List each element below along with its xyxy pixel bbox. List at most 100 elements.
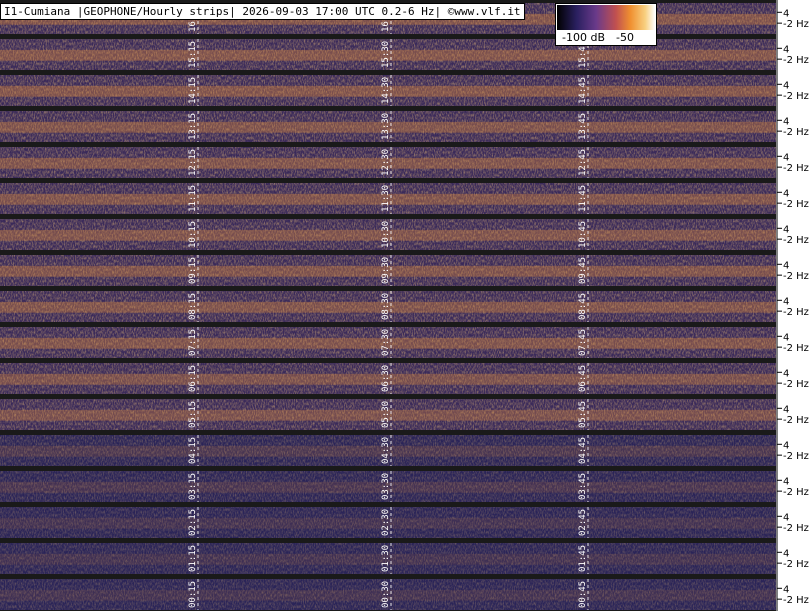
time-marker-label: 10:30	[381, 221, 391, 248]
axis-tick-label: 4	[783, 8, 789, 19]
strip-6: 10:15 10:30 10:45	[0, 216, 776, 252]
strip-4: 12:15 12:30 12:45	[0, 144, 776, 180]
time-marker-label: 07:30	[381, 329, 391, 356]
axis-tick-label: 4	[783, 404, 789, 415]
axis-tick-label: -2 Hz	[783, 415, 809, 426]
axis-tick-label: -2 Hz	[783, 343, 809, 354]
axis-tick-label: -2 Hz	[783, 199, 809, 210]
time-marker-label: 01:30	[381, 545, 391, 572]
time-marker-label: 13:15	[188, 113, 198, 140]
axis-tick-label: -2 Hz	[783, 379, 809, 390]
time-marker-label: 09:15	[188, 257, 198, 284]
axis-tick-label: -2 Hz	[783, 55, 809, 66]
time-marker-label: 02:30	[381, 509, 391, 536]
time-marker-label: 11:30	[381, 185, 391, 212]
axis-tick-label: 4	[783, 260, 789, 271]
time-marker-label: 00:15	[188, 581, 198, 608]
colorscale-bar	[557, 5, 655, 30]
axis-tick-label: -2 Hz	[783, 307, 809, 318]
time-marker-label: 00:30	[381, 581, 391, 608]
strip-7: 09:15 09:30 09:45	[0, 252, 776, 288]
time-marker-label: 03:15	[188, 473, 198, 500]
time-marker-label: 03:45	[578, 473, 588, 500]
axis-tick-label: -2 Hz	[783, 595, 809, 606]
time-marker-label: 14:30	[381, 77, 391, 104]
colorscale-legend: -100 dB -50	[555, 3, 657, 46]
strip-13: 03:15 03:30 03:45	[0, 468, 776, 504]
time-marker-label: 15:30	[381, 41, 391, 68]
time-marker-label: 02:15	[188, 509, 198, 536]
time-marker-label: 06:15	[188, 365, 198, 392]
chart-title: I1-Cumiana |GEOPHONE/Hourly strips| 2026…	[0, 3, 525, 20]
colorscale-max-label: -50	[616, 31, 634, 44]
time-marker-label: 15:15	[188, 41, 198, 68]
axis-tick-label: -2 Hz	[783, 523, 809, 534]
axis-tick-label: 4	[783, 116, 789, 127]
time-marker-label: 09:30	[381, 257, 391, 284]
axis-tick-label: 4	[783, 512, 789, 523]
time-marker-label: 08:15	[188, 293, 198, 320]
strip-16: 00:15 00:30 00:45	[0, 576, 776, 611]
time-marker-label: 04:45	[578, 437, 588, 464]
strip-9: 07:15 07:30 07:45	[0, 324, 776, 360]
time-marker-label: 14:45	[578, 77, 588, 104]
time-marker-label: 13:30	[381, 113, 391, 140]
strip-2: 14:15 14:30 14:45	[0, 72, 776, 108]
time-marker-label: 09:45	[578, 257, 588, 284]
time-marker-label: 00:45	[578, 581, 588, 608]
time-marker-label: 14:15	[188, 77, 198, 104]
time-marker-label: 10:15	[188, 221, 198, 248]
time-marker-label: 01:15	[188, 545, 198, 572]
strip-12: 04:15 04:30 04:45	[0, 432, 776, 468]
time-marker-label: 12:30	[381, 149, 391, 176]
time-marker-label: 12:15	[188, 149, 198, 176]
colorscale-min-label: -100 dB	[562, 31, 605, 44]
axis-tick-label: -2 Hz	[783, 19, 809, 30]
strip-8: 08:15 08:30 08:45	[0, 288, 776, 324]
time-marker-label: 07:15	[188, 329, 198, 356]
time-marker-label: 06:45	[578, 365, 588, 392]
axis-tick-label: 4	[783, 584, 789, 595]
axis-tick-label: 4	[783, 332, 789, 343]
time-marker-label: 08:30	[381, 293, 391, 320]
axis-tick-label: -2 Hz	[783, 451, 809, 462]
strips-layer: 16:1516:3016:4515:1515:3015:4514:1514:30…	[0, 0, 812, 611]
axis-tick-label: -2 Hz	[783, 235, 809, 246]
strip-10: 06:15 06:30 06:45	[0, 360, 776, 396]
axis-tick-label: 4	[783, 224, 789, 235]
axis-tick-label: 4	[783, 368, 789, 379]
axis-tick-label: 4	[783, 440, 789, 451]
spectrogram-chart: 16:1516:3016:4515:1515:3015:4514:1514:30…	[0, 0, 812, 611]
axis-tick-label: 4	[783, 152, 789, 163]
strip-15: 01:15 01:30 01:45	[0, 540, 776, 576]
time-marker-label: 10:45	[578, 221, 588, 248]
time-marker-label: 13:45	[578, 113, 588, 140]
time-marker-label: 12:45	[578, 149, 588, 176]
strip-3: 13:15 13:30 13:45	[0, 108, 776, 144]
axis-tick-label: -2 Hz	[783, 559, 809, 570]
time-marker-label: 07:45	[578, 329, 588, 356]
axis-tick-label: -2 Hz	[783, 487, 809, 498]
time-marker-label: 08:45	[578, 293, 588, 320]
time-marker-label: 01:45	[578, 545, 588, 572]
strip-11: 05:15 05:30 05:45	[0, 396, 776, 432]
time-marker-label: 11:45	[578, 185, 588, 212]
time-marker-label: 11:15	[188, 185, 198, 212]
axis-tick-label: 4	[783, 44, 789, 55]
strip-5: 11:15 11:30 11:45	[0, 180, 776, 216]
strip-14: 02:15 02:30 02:45	[0, 504, 776, 540]
axis-tick-label: 4	[783, 80, 789, 91]
time-marker-label: 04:15	[188, 437, 198, 464]
time-marker-label: 06:30	[381, 365, 391, 392]
strip-1: 15:15 15:30 15:45	[0, 36, 776, 72]
axis-tick-label: 4	[783, 476, 789, 487]
axis-tick-label: 4	[783, 188, 789, 199]
axis-tick-label: -2 Hz	[783, 91, 809, 102]
time-marker-label: 05:15	[188, 401, 198, 428]
time-marker-label: 05:30	[381, 401, 391, 428]
time-marker-label: 04:30	[381, 437, 391, 464]
axis-tick-label: 4	[783, 548, 789, 559]
time-marker-label: 03:30	[381, 473, 391, 500]
axis-tick-label: -2 Hz	[783, 271, 809, 282]
time-marker-label: 02:45	[578, 509, 588, 536]
